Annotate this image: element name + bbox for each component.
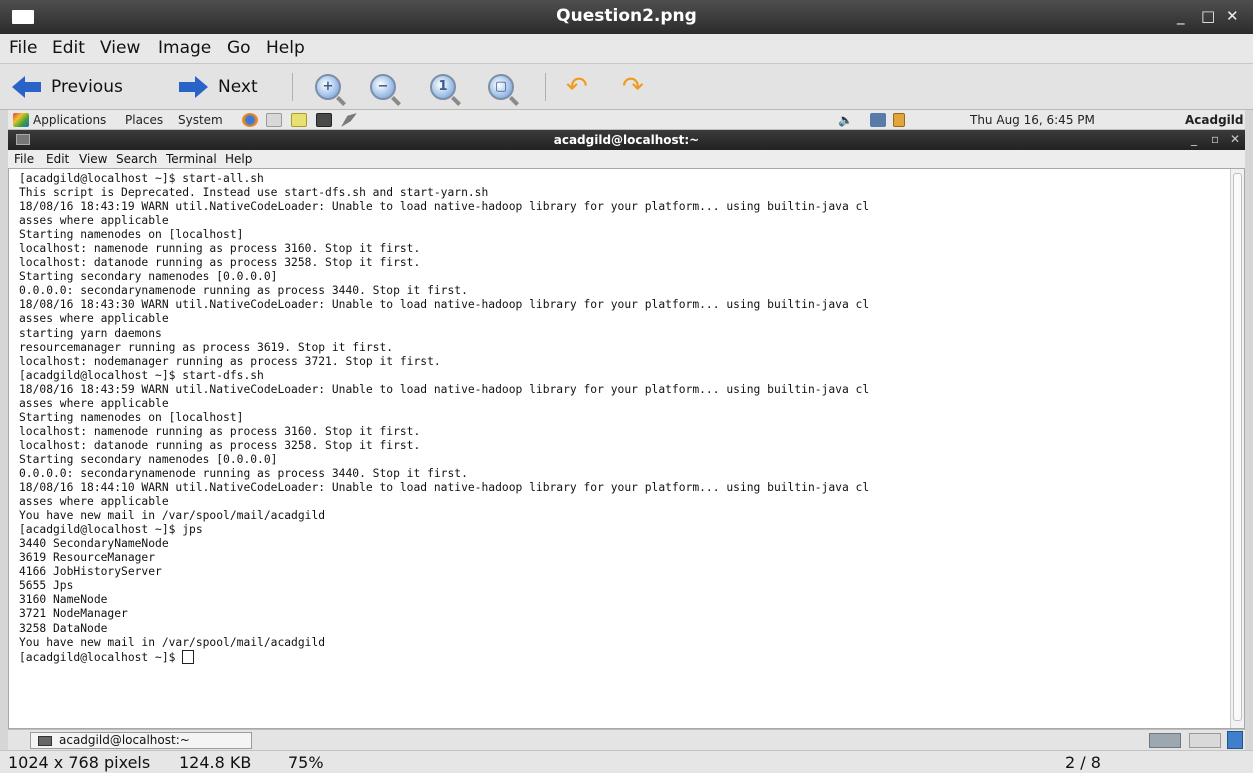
terminal-output-area[interactable]: [acadgild@localhost ~]$ start-all.sh Thi…: [8, 168, 1245, 729]
maximize-icon[interactable]: □: [1201, 7, 1215, 25]
taskbar-window-label: acadgild@localhost:~: [59, 733, 190, 747]
viewer-titlebar: Question2.png _ □ ✕: [0, 0, 1253, 34]
terminal-minimize-icon[interactable]: _: [1191, 132, 1197, 146]
terminal-menu-terminal[interactable]: Terminal: [166, 152, 217, 166]
terminal-scrollbar[interactable]: [1230, 169, 1244, 728]
rotate-left-icon[interactable]: ↶: [566, 74, 588, 100]
workspace-2[interactable]: [1189, 733, 1221, 748]
panel-menu-applications[interactable]: Applications: [33, 113, 106, 127]
volume-icon[interactable]: 🔈: [838, 113, 853, 127]
close-icon[interactable]: ✕: [1226, 7, 1239, 25]
previous-button[interactable]: Previous: [12, 73, 123, 101]
minimize-icon[interactable]: _: [1177, 7, 1185, 25]
viewer-statusbar: 1024 x 768 pixels 124.8 KB 75% 2 / 8: [0, 750, 1253, 773]
previous-label: Previous: [51, 77, 123, 97]
battery-icon[interactable]: [893, 113, 905, 127]
terminal-menu-file[interactable]: File: [14, 152, 34, 166]
viewer-window-title: Question2.png: [556, 6, 697, 26]
trash-icon[interactable]: [1227, 731, 1243, 749]
taskbar-terminal-window[interactable]: acadgild@localhost:~: [30, 732, 252, 749]
terminal-scroll-thumb[interactable]: [1233, 173, 1242, 721]
next-button[interactable]: Next: [179, 73, 258, 101]
terminal-window-icon: [38, 736, 52, 746]
menu-go[interactable]: Go: [227, 38, 251, 58]
toolbar-separator: [292, 73, 293, 101]
terminal-maximize-icon[interactable]: ▫: [1211, 132, 1219, 146]
terminal-menu-help[interactable]: Help: [225, 152, 252, 166]
zoom-normal-icon[interactable]: 1: [430, 74, 456, 100]
terminal-prompt: [acadgild@localhost ~]$: [19, 650, 183, 664]
desktop-taskbar: acadgild@localhost:~: [8, 729, 1245, 750]
terminal-close-icon[interactable]: ✕: [1230, 132, 1240, 146]
viewer-menubar: File Edit View Image Go Help: [0, 34, 1253, 64]
image-position: 2 / 8: [1065, 753, 1101, 772]
arrow-right-icon: [195, 76, 208, 98]
workspace-1[interactable]: [1149, 733, 1181, 748]
mail-client-icon[interactable]: [266, 113, 282, 127]
terminal-titlebar: acadgild@localhost:~ _ ▫ ✕: [8, 130, 1245, 150]
menu-file[interactable]: File: [9, 38, 37, 58]
menu-help[interactable]: Help: [266, 38, 305, 58]
toolbar-separator: [545, 73, 546, 101]
terminal-menu-edit[interactable]: Edit: [46, 152, 69, 166]
next-label: Next: [218, 77, 258, 97]
desktop-top-panel: Applications Places System 🔈 Thu Aug 16,…: [8, 110, 1245, 130]
menu-view[interactable]: View: [100, 38, 140, 58]
terminal-menu-search[interactable]: Search: [116, 152, 157, 166]
zoom-level: 75%: [288, 753, 324, 772]
panel-clock[interactable]: Thu Aug 16, 6:45 PM: [970, 113, 1095, 127]
terminal-window-title: acadgild@localhost:~: [553, 133, 700, 147]
arrow-left-icon: [12, 76, 25, 98]
terminal-menubar: File Edit View Search Terminal Help: [8, 150, 1245, 168]
panel-menu-places[interactable]: Places: [125, 113, 163, 127]
menu-edit[interactable]: Edit: [52, 38, 85, 58]
terminal-output: [acadgild@localhost ~]$ start-all.sh Thi…: [19, 172, 870, 649]
zoom-fit-icon[interactable]: ▢: [488, 74, 514, 100]
terminal-text: [acadgild@localhost ~]$ start-all.sh Thi…: [19, 172, 869, 665]
terminal-launcher-icon[interactable]: [316, 113, 332, 127]
firefox-icon[interactable]: [242, 113, 258, 127]
panel-user[interactable]: Acadgild: [1185, 113, 1244, 127]
menu-image[interactable]: Image: [158, 38, 211, 58]
viewer-toolbar: Previous Next + − 1 ▢ ↶ ↷: [0, 64, 1253, 110]
zoom-in-icon[interactable]: +: [315, 74, 341, 100]
image-file-size: 124.8 KB: [179, 753, 252, 772]
network-icon[interactable]: [870, 113, 886, 127]
applications-icon: [13, 113, 29, 127]
zoom-out-icon[interactable]: −: [370, 74, 396, 100]
rotate-right-icon[interactable]: ↷: [622, 74, 644, 100]
text-editor-icon[interactable]: [291, 113, 307, 127]
screenshot-icon[interactable]: [341, 113, 357, 127]
panel-menu-system[interactable]: System: [178, 113, 223, 127]
image-dimensions: 1024 x 768 pixels: [8, 753, 151, 772]
terminal-menu-view[interactable]: View: [79, 152, 107, 166]
terminal-cursor: [182, 649, 195, 664]
